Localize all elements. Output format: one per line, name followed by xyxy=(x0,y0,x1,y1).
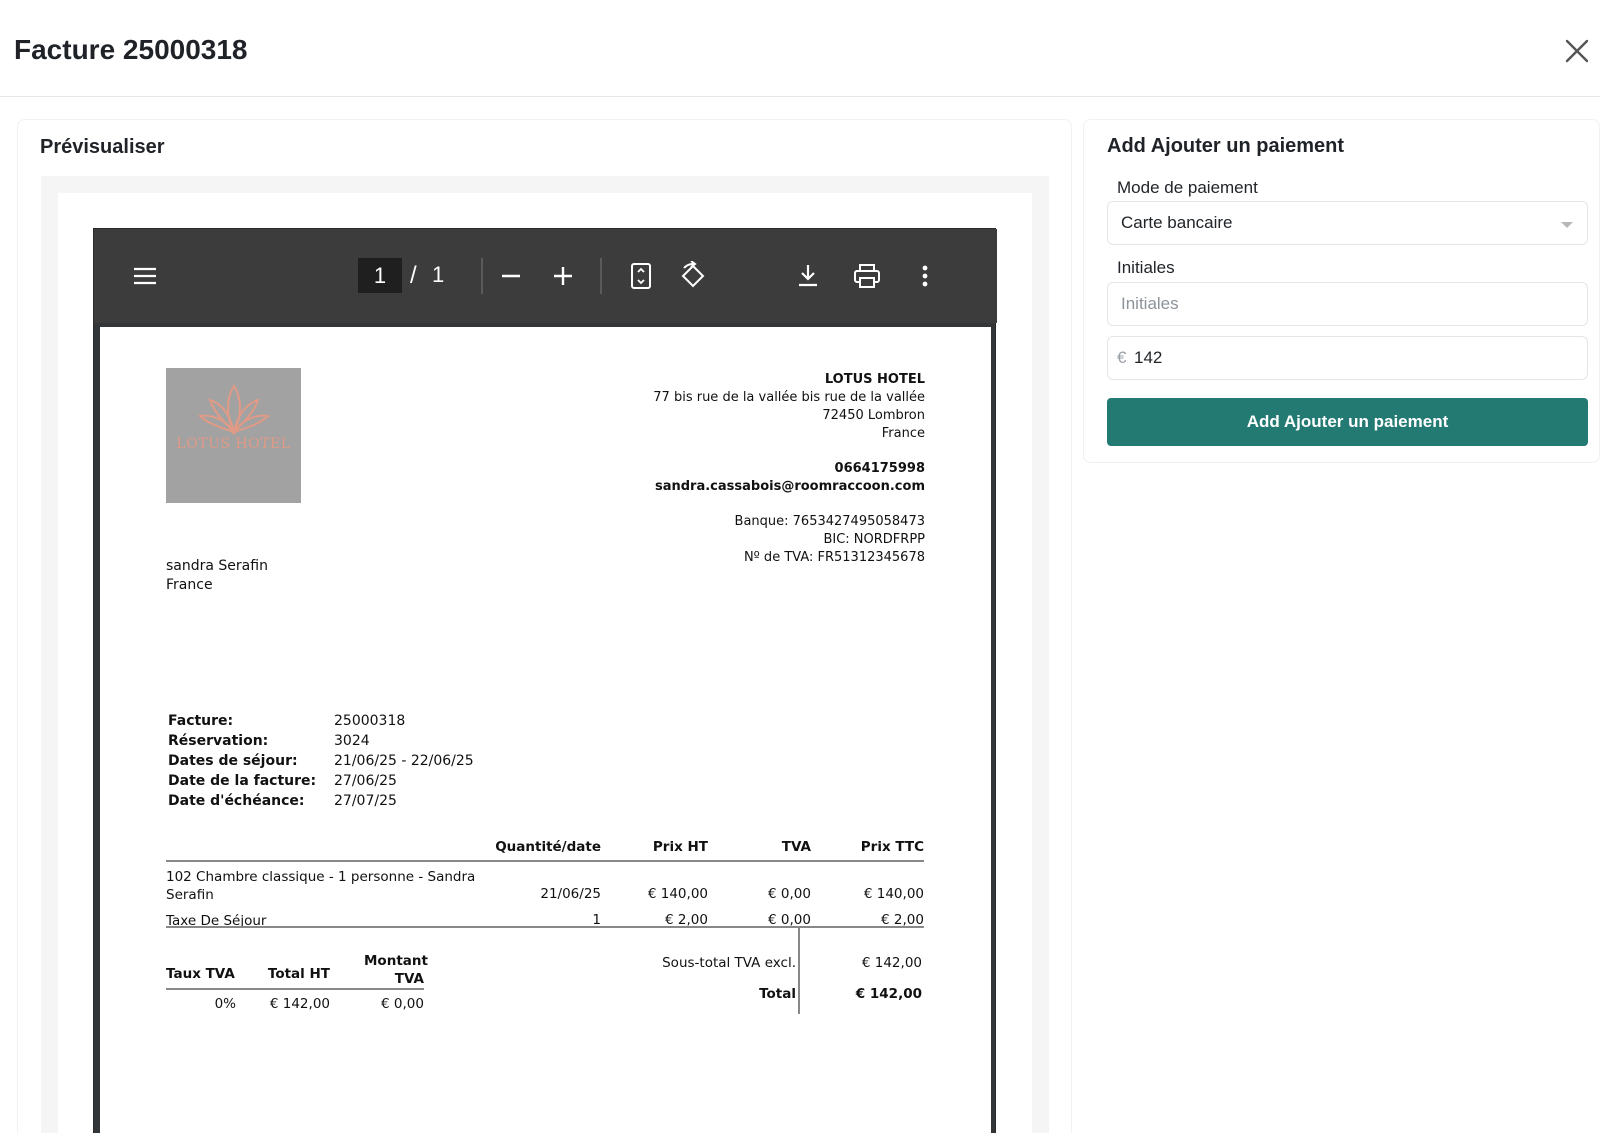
initials-label: Initiales xyxy=(1117,258,1175,277)
payment-title: Add Ajouter un paiement xyxy=(1107,135,1345,157)
invoice-lines: Quantité/date Prix HT TVA Prix TTC 102 C… xyxy=(166,832,924,934)
line-tva: € 0,00 xyxy=(768,886,811,902)
vat-header-rate: Taux TVA xyxy=(166,966,235,982)
meta-row: Réservation: 3024 xyxy=(168,731,474,751)
total-value: € 142,00 xyxy=(855,986,922,1002)
page-number-input[interactable]: 1 xyxy=(358,258,402,293)
hotel-bic: BIC: NORDFRPP xyxy=(823,532,925,547)
table-row: 102 Chambre classique - 1 personne - San… xyxy=(166,862,924,908)
client-name: sandra Serafin xyxy=(166,558,268,574)
lines-header: Quantité/date Prix HT TVA Prix TTC xyxy=(166,832,924,862)
meta-value: 25000318 xyxy=(334,713,406,729)
vat-header-amount: Montant TVA xyxy=(364,953,428,987)
payment-method-value: Carte bancaire xyxy=(1121,213,1233,232)
hotel-info: LOTUS HOTEL 77 bis rue de la vallée bis … xyxy=(653,371,925,567)
totals-separator xyxy=(798,928,800,1014)
header-price-ttc: Prix TTC xyxy=(860,839,924,855)
hotel-address-2: 72450 Lombron xyxy=(822,408,925,423)
vat-table: Taux TVA Total HT Montant TVA 0% € 142,0… xyxy=(166,950,428,1014)
line-qty: 21/06/25 xyxy=(540,886,601,902)
line-description: 102 Chambre classique - 1 personne - San… xyxy=(166,869,476,903)
initials-input[interactable]: Initiales xyxy=(1107,282,1588,326)
hotel-bank: Banque: 7653427495058473 xyxy=(734,514,925,529)
vat-header: Taux TVA Total HT Montant TVA xyxy=(166,950,428,990)
total-label: Total xyxy=(759,986,796,1002)
vat-amount: € 0,00 xyxy=(381,996,424,1012)
subtotal-value: € 142,00 xyxy=(861,955,922,971)
more-vert-icon[interactable] xyxy=(908,259,942,293)
print-icon[interactable] xyxy=(850,259,884,293)
client-country: France xyxy=(166,577,213,593)
meta-row: Facture: 25000318 xyxy=(168,711,474,731)
hotel-email: sandra.cassabois@roomraccoon.com xyxy=(654,479,925,494)
preview-title: Prévisualiser xyxy=(40,136,165,158)
toolbar-divider xyxy=(600,258,602,294)
menu-icon[interactable] xyxy=(128,259,162,293)
header-price-ht: Prix HT xyxy=(652,839,708,855)
meta-label: Réservation: xyxy=(168,733,269,749)
zoom-in-icon[interactable] xyxy=(546,259,580,293)
rotate-icon[interactable] xyxy=(676,259,710,293)
client-info: sandra Serafin France xyxy=(166,557,268,595)
hotel-logo: LOTUS HOTEL xyxy=(166,368,301,503)
meta-label: Date d'échéance: xyxy=(168,793,305,809)
meta-value: 27/07/25 xyxy=(334,793,397,809)
pdf-viewer: 1 / 1 LOTUS HOTEL LOTUS HOTEL 77 bis rue… xyxy=(93,228,997,1133)
logo-text: LOTUS HOTEL xyxy=(176,436,291,452)
hotel-address-1: 77 bis rue de la vallée bis rue de la va… xyxy=(653,390,925,405)
initials-placeholder: Initiales xyxy=(1121,294,1179,313)
vat-total-ht: € 142,00 xyxy=(269,996,330,1012)
pdf-page: LOTUS HOTEL LOTUS HOTEL 77 bis rue de la… xyxy=(100,327,991,1133)
modal-header: Facture 25000318 xyxy=(0,0,1600,97)
header-qty: Quantité/date xyxy=(495,839,601,855)
amount-input[interactable]: € 142 xyxy=(1107,336,1588,380)
invoice-meta: Facture: 25000318 Réservation: 3024 Dates … xyxy=(168,711,474,811)
invoice-summary: Taux TVA Total HT Montant TVA 0% € 142,0… xyxy=(166,926,924,1016)
meta-row: Date d'échéance: 27/07/25 xyxy=(168,791,474,811)
vat-rate: 0% xyxy=(214,996,236,1012)
meta-label: Facture: xyxy=(168,713,234,729)
add-payment-button[interactable]: Add Ajouter un paiement xyxy=(1107,398,1588,446)
page-total: 1 xyxy=(432,262,445,287)
meta-label: Dates de séjour: xyxy=(168,753,298,769)
download-icon[interactable] xyxy=(791,259,825,293)
modal-title: Facture 25000318 xyxy=(14,34,248,65)
preview-card: Prévisualiser 1 / 1 LOTUS HOTEL LOTUS HO… xyxy=(17,119,1072,1133)
close-icon[interactable] xyxy=(1562,36,1592,66)
payment-method-select[interactable]: Carte bancaire xyxy=(1107,201,1588,245)
meta-row: Date de la facture: 27/06/25 xyxy=(168,771,474,791)
meta-value: 27/06/25 xyxy=(334,773,397,789)
preview-frame: 1 / 1 LOTUS HOTEL LOTUS HOTEL 77 bis rue… xyxy=(41,176,1049,1133)
amount-value: 142 xyxy=(1134,348,1163,367)
vat-header-total-ht: Total HT xyxy=(267,966,330,982)
hotel-name: LOTUS HOTEL xyxy=(824,372,925,387)
payment-method-label: Mode de paiement xyxy=(1117,178,1258,197)
currency-symbol: € xyxy=(1117,348,1127,367)
fit-page-icon[interactable] xyxy=(624,259,658,293)
zoom-out-icon[interactable] xyxy=(494,259,528,293)
toolbar-divider xyxy=(481,258,483,294)
meta-value: 3024 xyxy=(334,733,370,749)
meta-label: Date de la facture: xyxy=(168,773,317,789)
preview-inner: 1 / 1 LOTUS HOTEL LOTUS HOTEL 77 bis rue… xyxy=(58,193,1032,1133)
line-price-ht: € 140,00 xyxy=(647,886,708,902)
subtotal-label: Sous-total TVA excl. xyxy=(662,955,796,971)
hotel-address-3: France xyxy=(881,426,925,441)
meta-row: Dates de séjour: 21/06/25 - 22/06/25 xyxy=(168,751,474,771)
header-tva: TVA xyxy=(781,839,811,855)
page-separator: / xyxy=(410,262,417,289)
chevron-down-icon xyxy=(1561,222,1573,228)
vat-row: 0% € 142,00 € 0,00 xyxy=(166,990,424,1014)
pdf-toolbar: 1 / 1 xyxy=(94,229,997,323)
hotel-vat-number: Nº de TVA: FR51312345678 xyxy=(743,550,925,565)
hotel-phone: 0664175998 xyxy=(834,461,925,476)
meta-value: 21/06/25 - 22/06/25 xyxy=(334,753,474,769)
line-price-ttc: € 140,00 xyxy=(863,886,924,902)
